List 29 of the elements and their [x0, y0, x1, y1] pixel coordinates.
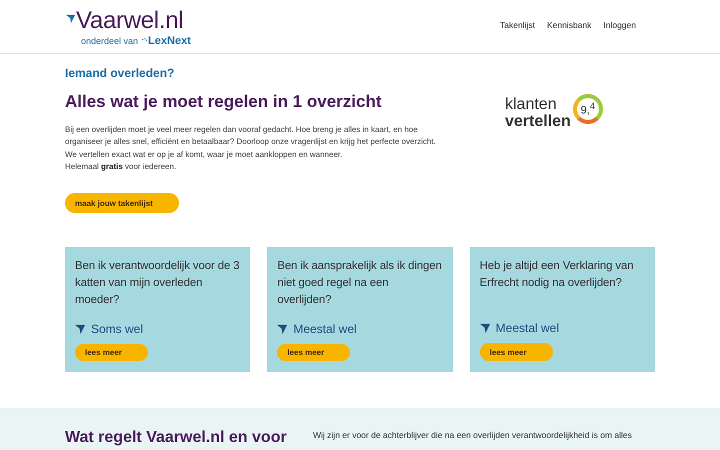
sparkle-icon: [142, 38, 148, 44]
section-title: Wat regelt Vaarwel.nl en voor: [65, 428, 285, 448]
logo-mark-icon: [66, 14, 76, 24]
read-more-button[interactable]: lees meer: [75, 344, 148, 361]
intro-paragraph: Bij een overlijden moet je veel meer regelen dan vooraf gedacht. Hoe breng je alles in kaart, en hoe organiseer je alles snel, efficiënt en betaalbaar? Doorloop onze vragenlijst en krijg het perfecte overzicht. We vertellen exact wat er op je af komt, waar je moet aankloppen en wanneer. Helemaal gratis voor iedereen.: [65, 124, 437, 173]
card-answer: Meestal wel: [496, 321, 560, 336]
section-text: Wij zijn er voor de achterblijver die na een overlijden verantwoordelijkheid is om alles: [313, 429, 632, 442]
pointer-icon: [277, 324, 288, 334]
nav-link[interactable]: Takenlijst: [500, 20, 535, 30]
card-answer: Meestal wel: [293, 322, 357, 336]
partner-logo: LexNext: [148, 35, 191, 47]
takenlijst-button[interactable]: maak jouw takenlijst: [65, 193, 179, 214]
site-logo[interactable]: Vaarwel.nl: [76, 8, 184, 34]
kicker: Iemand overleden?: [65, 66, 176, 80]
card-question: Ben ik aansprakelijk als ik dingen niet goed regel na een overlijden?: [277, 259, 443, 308]
tagline: onderdeel van: [81, 36, 138, 46]
card-question: Ben ik verantwoordelijk voor de 3 katten van mijn overleden moeder?: [75, 259, 240, 308]
pointer-icon: [75, 324, 86, 334]
nav-link[interactable]: Inloggen: [603, 20, 636, 30]
rating-score: 9,$^{4}$: [572, 94, 603, 124]
rating-label: vertellen: [505, 113, 571, 130]
nav-link[interactable]: Kennisbank: [546, 20, 592, 30]
pointer-icon: [480, 322, 491, 334]
page-title: Alles wat je moet regelen in 1 overzicht: [65, 92, 382, 112]
read-more-button[interactable]: lees meer: [277, 344, 350, 361]
rating-label: klanten: [505, 96, 558, 113]
read-more-button[interactable]: lees meer: [480, 343, 553, 361]
card-answer: Soms wel: [91, 322, 144, 336]
card-question: Heb je altijd een Verklaring van Erfrecht nodig na overlijden?: [480, 259, 634, 291]
